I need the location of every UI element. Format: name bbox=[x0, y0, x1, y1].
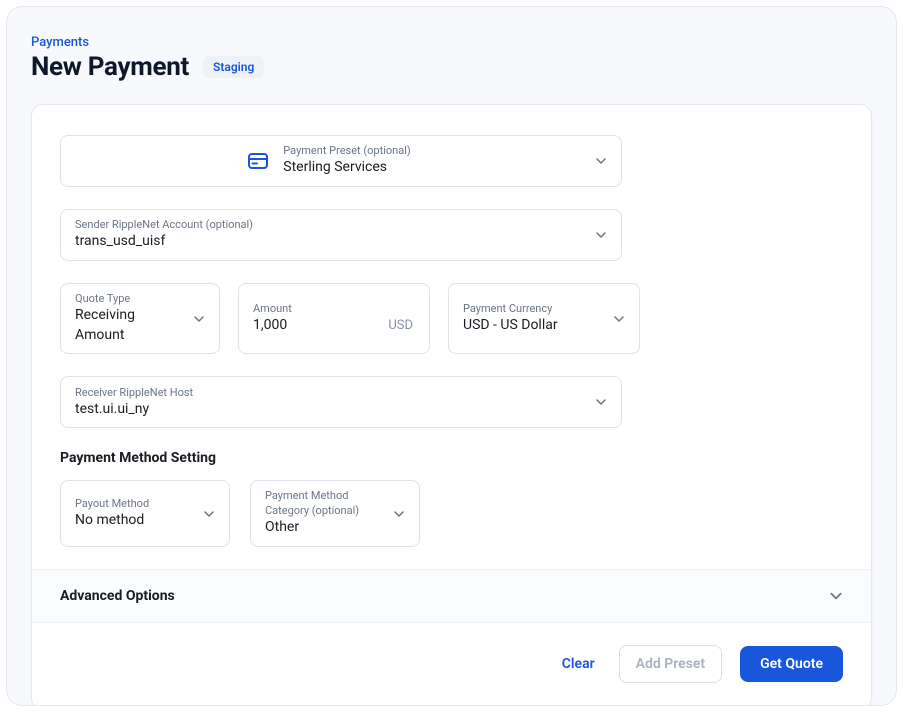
quote-type-value: Receiving Amount bbox=[75, 306, 179, 345]
chevron-down-icon bbox=[393, 508, 405, 520]
receiver-host-select[interactable]: Receiver RippleNet Host test.ui.ui_ny bbox=[60, 376, 622, 428]
clear-button[interactable]: Clear bbox=[556, 648, 601, 680]
chevron-down-icon bbox=[613, 313, 625, 325]
sender-account-value: trans_usd_uisf bbox=[75, 232, 581, 252]
payout-method-label: Payout Method bbox=[75, 497, 189, 511]
payment-currency-value: USD - US Dollar bbox=[463, 316, 599, 336]
get-quote-button[interactable]: Get Quote bbox=[740, 646, 843, 682]
payment-preset-value: Sterling Services bbox=[283, 158, 410, 178]
quote-type-label: Quote Type bbox=[75, 292, 179, 306]
payment-currency-label: Payment Currency bbox=[463, 302, 599, 316]
chevron-down-icon bbox=[595, 396, 607, 408]
payout-method-select[interactable]: Payout Method No method bbox=[60, 480, 230, 546]
chevron-down-icon bbox=[203, 508, 215, 520]
payment-method-category-value: Other bbox=[265, 518, 379, 538]
page-container: Payments New Payment Staging Payment Pre… bbox=[6, 6, 897, 706]
payment-currency-select[interactable]: Payment Currency USD - US Dollar bbox=[448, 283, 640, 354]
add-preset-button[interactable]: Add Preset bbox=[619, 645, 722, 683]
new-payment-card: Payment Preset (optional) Sterling Servi… bbox=[31, 104, 872, 706]
page-title: New Payment bbox=[31, 52, 189, 82]
chevron-down-icon bbox=[829, 589, 843, 603]
quote-type-select[interactable]: Quote Type Receiving Amount bbox=[60, 283, 220, 354]
payment-method-category-label: Payment Method Category (optional) bbox=[265, 489, 379, 518]
chevron-down-icon bbox=[193, 313, 205, 325]
payout-method-value: No method bbox=[75, 511, 189, 531]
amount-label: Amount bbox=[253, 302, 413, 316]
environment-badge: Staging bbox=[203, 56, 264, 78]
card-icon bbox=[245, 148, 271, 174]
receiver-host-value: test.ui.ui_ny bbox=[75, 400, 581, 420]
payment-preset-label: Payment Preset (optional) bbox=[283, 144, 410, 158]
breadcrumb[interactable]: Payments bbox=[31, 35, 872, 50]
amount-value: 1,000 bbox=[253, 316, 287, 336]
payment-preset-select[interactable]: Payment Preset (optional) Sterling Servi… bbox=[60, 135, 622, 187]
receiver-host-label: Receiver RippleNet Host bbox=[75, 386, 581, 400]
advanced-options-toggle[interactable]: Advanced Options bbox=[32, 569, 871, 622]
advanced-options-label: Advanced Options bbox=[60, 588, 175, 604]
chevron-down-icon bbox=[595, 229, 607, 241]
sender-account-select[interactable]: Sender RippleNet Account (optional) tran… bbox=[60, 209, 622, 261]
chevron-down-icon bbox=[595, 155, 607, 167]
card-footer: Clear Add Preset Get Quote bbox=[32, 622, 871, 706]
payment-method-category-select[interactable]: Payment Method Category (optional) Other bbox=[250, 480, 420, 546]
sender-account-label: Sender RippleNet Account (optional) bbox=[75, 218, 581, 232]
card-body: Payment Preset (optional) Sterling Servi… bbox=[32, 105, 871, 569]
page-header: New Payment Staging bbox=[31, 52, 872, 82]
payment-method-section-header: Payment Method Setting bbox=[60, 450, 843, 466]
amount-input[interactable]: Amount 1,000 USD bbox=[238, 283, 430, 354]
amount-currency-suffix: USD bbox=[388, 318, 413, 333]
